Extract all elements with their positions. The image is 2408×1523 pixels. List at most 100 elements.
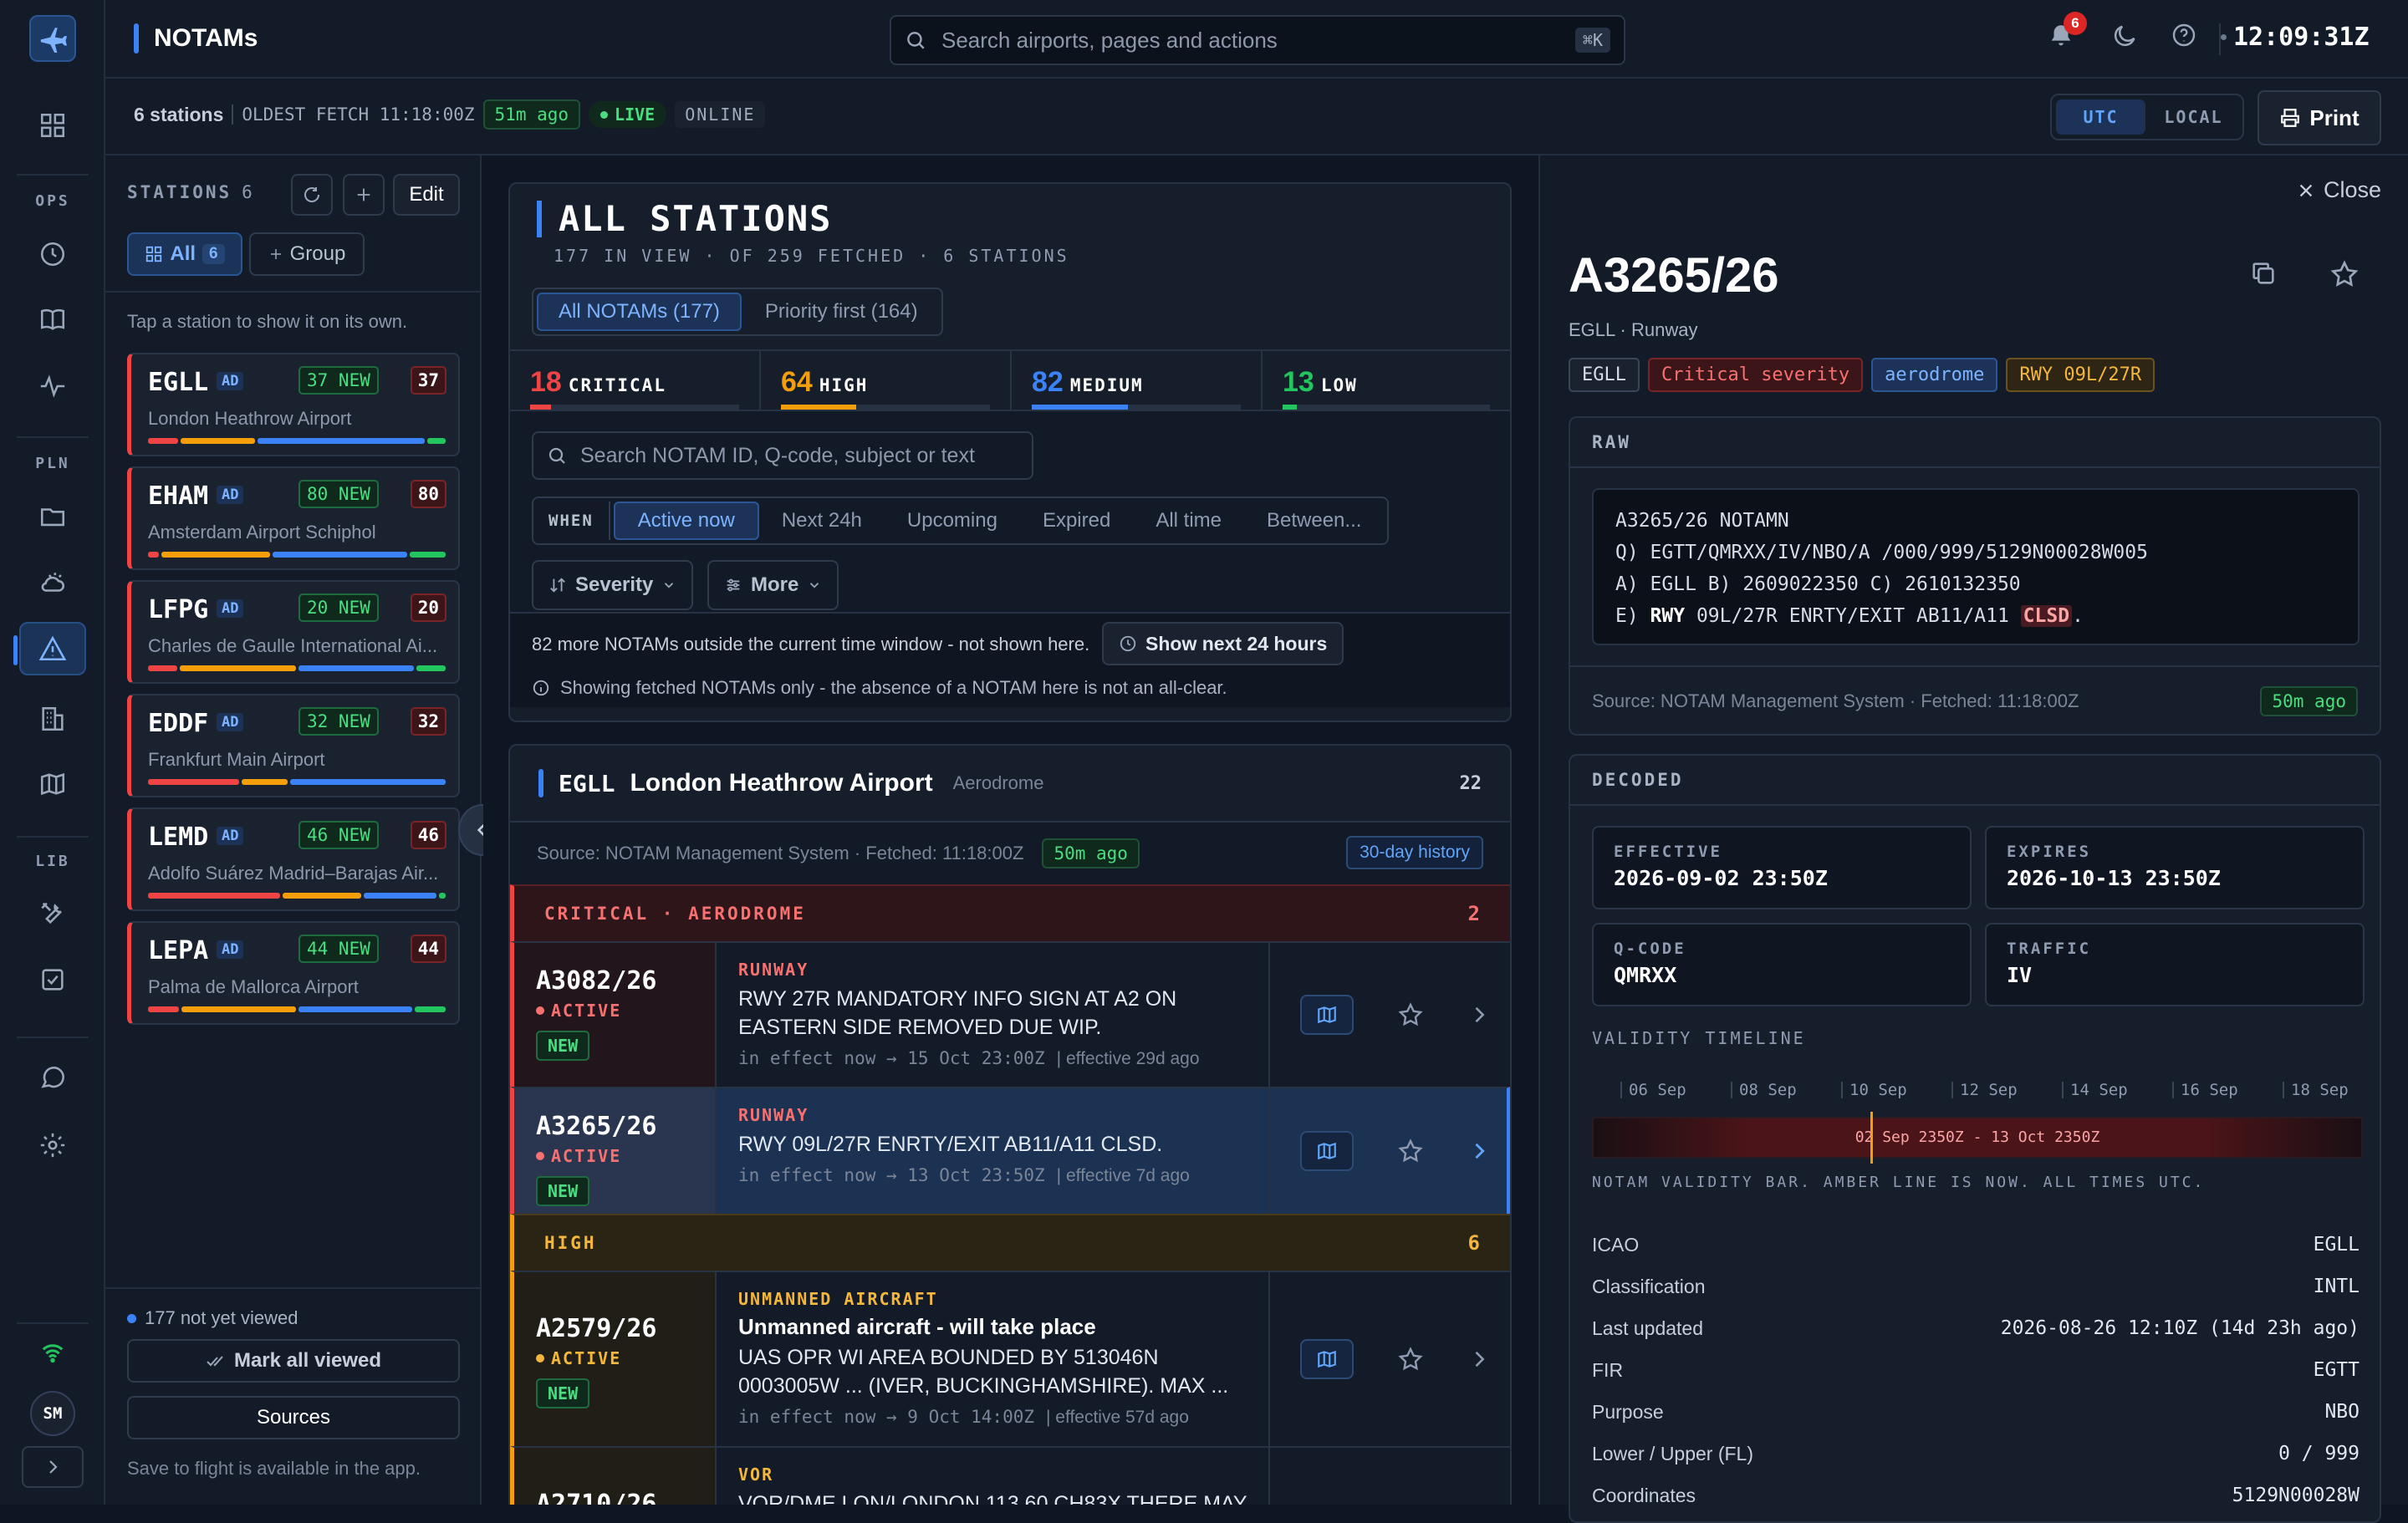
severity-count: 18 (530, 366, 562, 398)
aerodrome-badge: AD (217, 599, 244, 618)
severity-filter-medium[interactable]: 82 MEDIUM (1012, 349, 1263, 410)
station-card-egll[interactable]: EGLL AD 37 NEW 37 London Heathrow Airport (127, 353, 460, 456)
refresh-button[interactable] (291, 174, 333, 216)
add-group-button[interactable]: Group (249, 232, 365, 276)
tab-priority-first[interactable]: Priority first (164) (745, 293, 938, 331)
aerodrome-badge: AD (217, 486, 244, 504)
total-count-badge: 20 (410, 593, 446, 622)
weather-icon[interactable] (19, 557, 86, 610)
severity-bar-segment (148, 552, 160, 558)
star-icon[interactable] (1397, 1138, 1424, 1164)
notam-row-selected[interactable]: A3265/26 ACTIVE NEW RUNWAY RWY 09L/27R E… (510, 1087, 1510, 1214)
station-card-lfpg[interactable]: LFPG AD 20 NEW 20 Charles de Gaulle Internat… (127, 580, 460, 684)
add-station-button[interactable] (343, 174, 385, 216)
map-icon (1318, 1006, 1336, 1024)
app-logo-plane-icon[interactable] (29, 15, 76, 62)
checklist-icon[interactable] (19, 953, 86, 1006)
station-card-lemd[interactable]: LEMD AD 46 NEW 46 Adolfo Suárez Madrid–Baraj… (127, 807, 460, 911)
traffic-key: TRAFFIC (2007, 940, 2092, 958)
tz-utc-button[interactable]: UTC (2056, 99, 2145, 135)
chat-icon[interactable] (19, 1052, 86, 1105)
expand-rail-chevron-icon[interactable] (22, 1446, 84, 1488)
station-card-lepa[interactable]: LEPA AD 44 NEW 44 Palma de Mallorca Airport (127, 921, 460, 1025)
station-card-eham[interactable]: EHAM AD 80 NEW 80 Amsterdam Airport Schiphol (127, 466, 460, 570)
notam-search-input[interactable]: Search NOTAM ID, Q-code, subject or text (532, 431, 1033, 480)
filter-all-button[interactable]: All 6 (127, 232, 242, 276)
tools-icon[interactable] (19, 886, 86, 940)
settings-gear-icon[interactable] (19, 1118, 86, 1172)
star-icon[interactable] (2329, 259, 2360, 289)
notam-row[interactable]: A2579/26 ACTIVE NEW UNMANNED AIRCRAFT Un… (510, 1271, 1510, 1446)
property-value: NBO (2324, 1401, 2360, 1423)
when-option-1[interactable]: Next 24h (759, 502, 885, 540)
chevron-right-icon[interactable] (1467, 1139, 1491, 1163)
history-link[interactable]: 30-day history (1346, 836, 1483, 869)
tz-local-button[interactable]: LOCAL (2149, 99, 2238, 135)
sources-button[interactable]: Sources (127, 1396, 460, 1439)
decoded-section: DECODED EFFECTIVE 2026-09-02 23:50Z EXPIR… (1569, 754, 2381, 1523)
critical-band: CRITICAL · AERODROME 2 (510, 884, 1510, 941)
clock-icon[interactable] (19, 227, 86, 281)
when-option-0[interactable]: Active now (613, 502, 759, 540)
book-icon[interactable] (19, 293, 86, 346)
show-on-map-button[interactable] (1300, 1339, 1354, 1379)
raw-keyword: RWY (1650, 605, 1686, 627)
more-filters-dropdown[interactable]: More (707, 560, 839, 610)
severity-bar-segment (257, 438, 425, 444)
raw-notam-text[interactable]: A3265/26 NOTAMN Q) EGTT/QMRXX/IV/NBO/A /… (1592, 488, 2360, 645)
notam-row[interactable]: A3082/26 ACTIVE NEW RUNWAY RWY 27R MANDA… (510, 941, 1510, 1087)
show-next-24h-button[interactable]: Show next 24 hours (1102, 622, 1344, 665)
global-search[interactable]: Search airports, pages and actions ⌘K (890, 15, 1625, 65)
copy-icon[interactable] (2249, 259, 2278, 288)
station-card-eddf[interactable]: EDDF AD 32 NEW 32 Frankfurt Main Airport (127, 694, 460, 797)
tab-all-notams[interactable]: All NOTAMs (177) (537, 293, 742, 331)
edit-stations-button[interactable]: Edit (393, 174, 460, 216)
activity-pulse-icon[interactable] (19, 359, 86, 413)
notam-warning-icon[interactable] (13, 622, 86, 675)
map-icon[interactable] (19, 757, 86, 811)
when-option-2[interactable]: Upcoming (885, 502, 1020, 540)
group-count: 22 (1459, 772, 1482, 794)
rail-section-lib: LIB (35, 853, 70, 870)
show-on-map-button[interactable] (1300, 995, 1354, 1035)
group-code: EGLL (559, 769, 615, 797)
print-button[interactable]: Print (2258, 90, 2381, 145)
star-icon[interactable] (1397, 1001, 1424, 1028)
severity-filter-critical[interactable]: 18 CRITICAL (510, 349, 761, 410)
search-placeholder[interactable]: Search airports, pages and actions (941, 28, 1560, 53)
building-icon[interactable] (19, 692, 86, 746)
moon-icon[interactable] (2110, 22, 2139, 50)
map-icon (1318, 1142, 1336, 1160)
help-icon[interactable] (2171, 22, 2197, 48)
notam-text: UAS OPR WI AREA BOUNDED BY 513046N 00030… (738, 1346, 1229, 1398)
group-header[interactable]: EGLL London Heathrow Airport Aerodrome 2… (510, 746, 1510, 821)
stations-header-label: STATIONS (127, 182, 232, 202)
severity-filter-high[interactable]: 64 HIGH (761, 349, 1012, 410)
effective-key: EFFECTIVE (1614, 843, 1722, 861)
info-icon (533, 680, 549, 696)
severity-filter-low[interactable]: 13 LOW (1263, 349, 1510, 410)
chevron-right-icon[interactable] (1467, 1003, 1491, 1026)
notam-search-placeholder[interactable]: Search NOTAM ID, Q-code, subject or text (580, 444, 975, 468)
severity-dropdown[interactable]: Severity (532, 560, 694, 610)
notam-row[interactable]: A2710/26 VOR VOR/DME LON/LONDON 113.60 C… (510, 1446, 1510, 1505)
star-icon[interactable] (1397, 1346, 1424, 1373)
dashboard-grid-icon[interactable] (19, 99, 86, 152)
when-option-4[interactable]: All time (1133, 502, 1244, 540)
mark-all-viewed-button[interactable]: Mark all viewed (127, 1339, 460, 1383)
refresh-icon (304, 187, 320, 202)
show-on-map-button[interactable] (1300, 1131, 1354, 1171)
new-badge: NEW (536, 1378, 590, 1408)
when-option-3[interactable]: Expired (1020, 502, 1133, 540)
raw-source-text: Source: NOTAM Management System · Fetche… (1592, 690, 2079, 711)
severity-bar-segment (148, 893, 280, 899)
timeline-tick: 18 Sep (2283, 1082, 2349, 1098)
raw-line: Q) EGTT/QMRXX/IV/NBO/A /000/999/5129N000… (1615, 542, 2148, 563)
close-button[interactable]: Close (2297, 177, 2381, 203)
avatar[interactable]: SM (30, 1391, 75, 1436)
severity-label: LOW (1320, 375, 1358, 395)
chevron-right-icon[interactable] (1467, 1347, 1491, 1371)
folder-icon[interactable] (19, 490, 86, 543)
severity-bar-segment (439, 893, 446, 899)
when-option-5[interactable]: Between... (1244, 502, 1384, 540)
